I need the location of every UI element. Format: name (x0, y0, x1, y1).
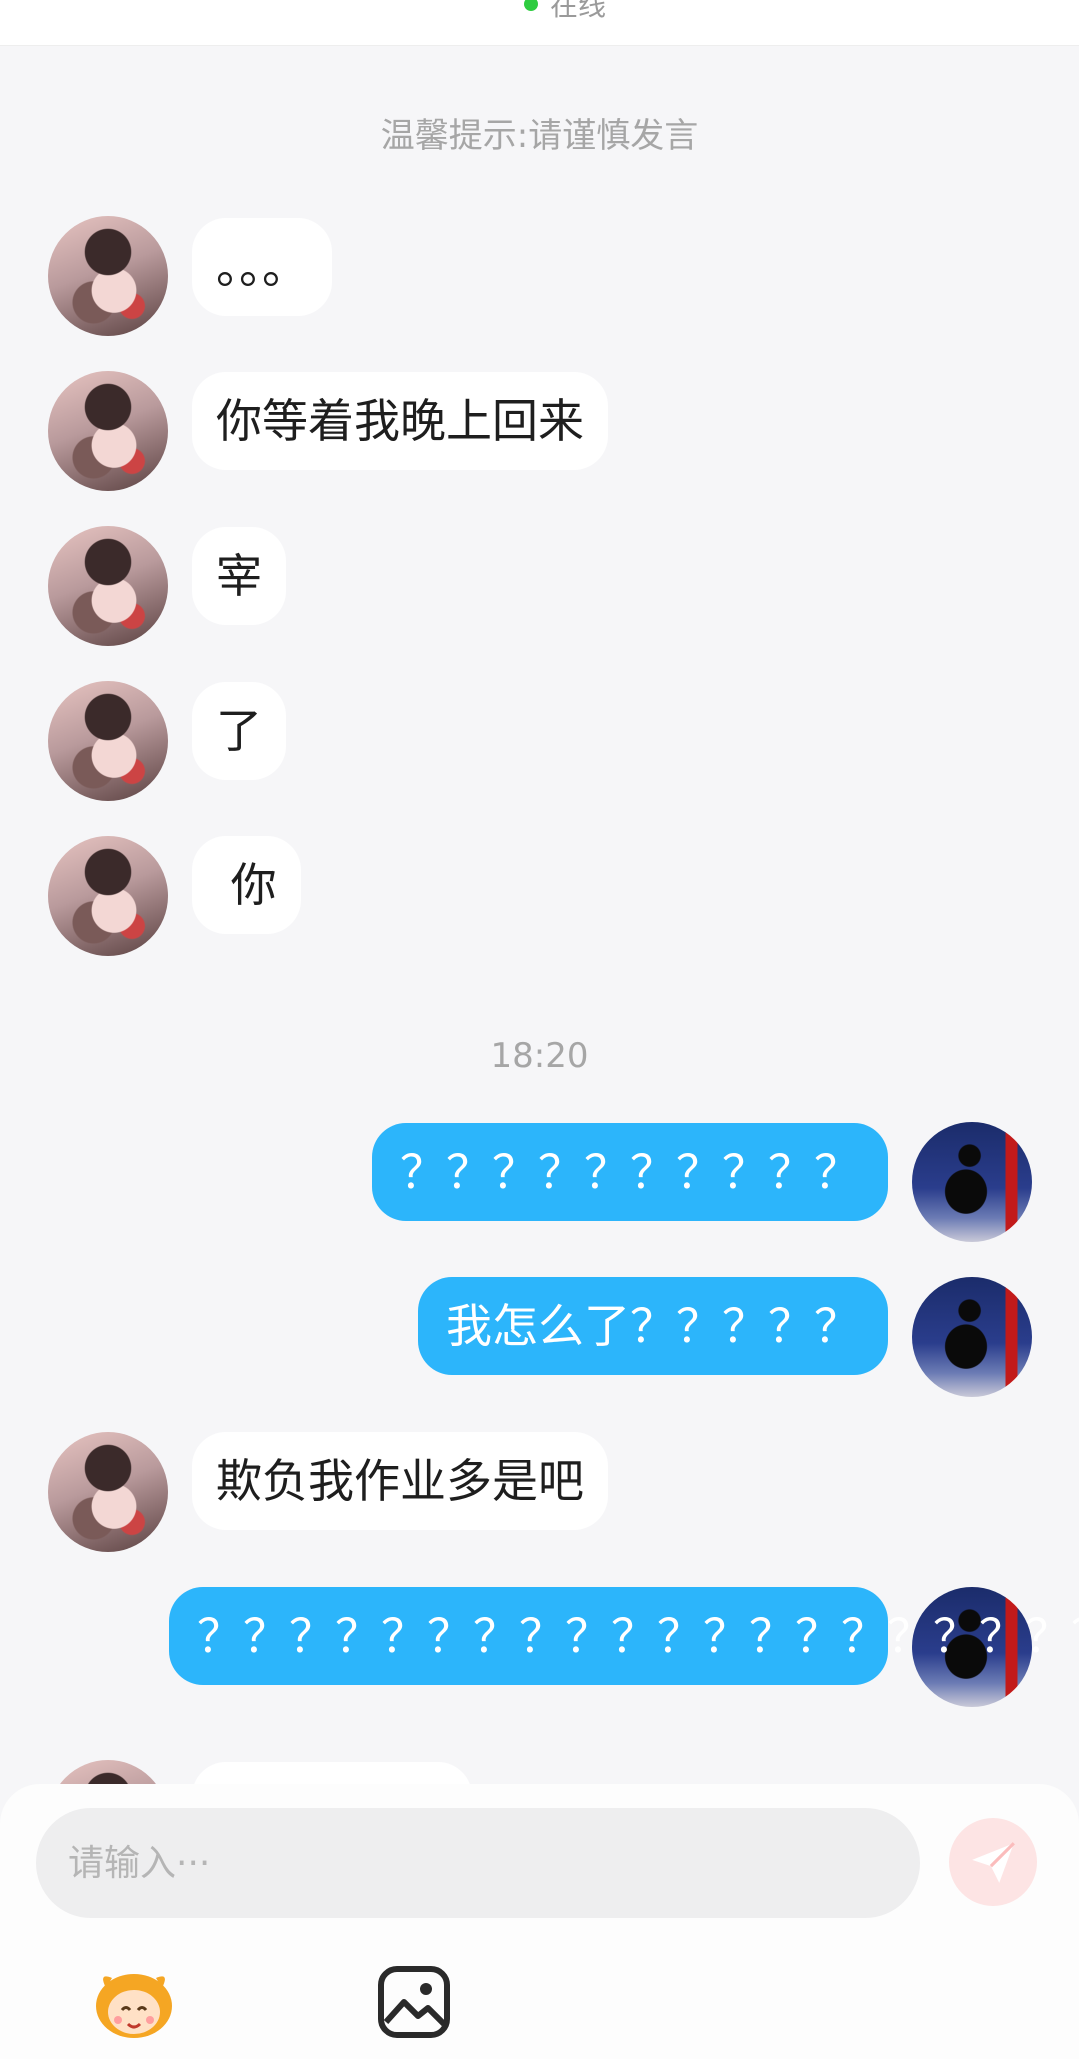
message-bubble-incoming[interactable]: 你 (192, 836, 301, 934)
message-bubble-outgoing[interactable]: ？？？？？？？？？？？？？？？？？？？？？ (169, 1587, 1079, 1685)
contact-avatar[interactable] (48, 1432, 168, 1552)
send-button[interactable] (949, 1818, 1037, 1906)
message-bubble-incoming[interactable]: 了 (192, 682, 286, 780)
message-bubble-outgoing[interactable]: 我怎么了？？？？？ (418, 1277, 888, 1375)
contact-avatar[interactable] (48, 836, 168, 956)
contact-avatar[interactable] (48, 216, 168, 336)
composer-bar (0, 1784, 1079, 2059)
safety-tip: 温馨提示:请谨慎发言 (380, 116, 699, 156)
emoji-icon[interactable] (92, 1964, 176, 2040)
message-bubble-incoming[interactable]: 欺负我作业多是吧 (192, 1432, 608, 1530)
message-bubble-incoming[interactable]: 。。。 (192, 218, 332, 316)
chat-header: 在线 (0, 0, 1079, 46)
online-dot (524, 0, 538, 11)
message-bubble-incoming[interactable]: 宰 (192, 527, 286, 625)
contact-avatar[interactable] (48, 371, 168, 491)
time-divider: 18:20 (490, 1036, 589, 1076)
image-icon[interactable] (372, 1964, 456, 2040)
message-bubble-outgoing[interactable]: ？？？？？？？？？？ (372, 1123, 888, 1221)
chat-screen: 在线 温馨提示:请谨慎发言 。。。 你等着我晚上回来 宰 了 你 18:20 ？… (0, 0, 1079, 2059)
message-bubble-incoming[interactable]: 你等着我晚上回来 (192, 372, 608, 470)
contact-avatar[interactable] (48, 526, 168, 646)
online-status-label: 在线 (550, 0, 607, 22)
send-icon (972, 1842, 1015, 1883)
online-status: 在线 (524, 0, 606, 24)
my-avatar[interactable] (912, 1277, 1032, 1397)
message-input[interactable] (66, 1841, 920, 1885)
my-avatar[interactable] (912, 1122, 1032, 1242)
message-input-wrapper[interactable] (36, 1808, 920, 1918)
contact-avatar[interactable] (48, 681, 168, 801)
